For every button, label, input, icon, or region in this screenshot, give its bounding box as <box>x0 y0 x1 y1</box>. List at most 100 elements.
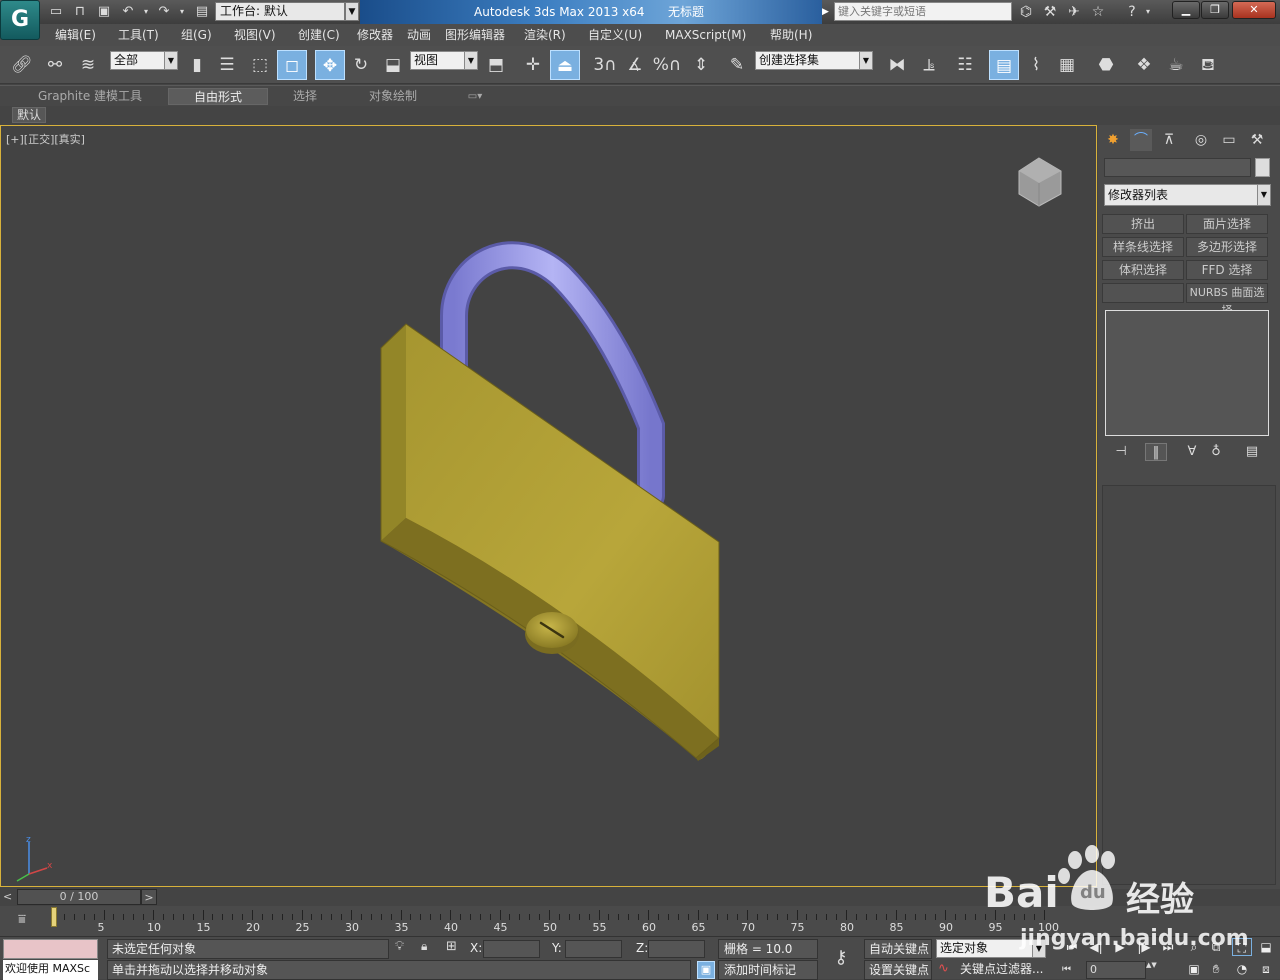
modifier-stack[interactable] <box>1105 310 1269 436</box>
next-key-icon[interactable]: |▶︎ <box>1134 938 1154 956</box>
percent-snap-icon[interactable]: %∩ <box>652 50 682 80</box>
zoom-extents-all-icon[interactable]: ⬓ <box>1256 938 1276 956</box>
select-object-icon[interactable]: ▮ <box>182 50 212 80</box>
key-filters-button[interactable]: 关键点过滤器... <box>958 960 1048 980</box>
prev-frame-arrow-icon[interactable]: < <box>3 890 15 904</box>
utilities-tab-icon[interactable]: ⚒ <box>1246 129 1268 151</box>
ribbon-options-icon[interactable]: ▭▾ <box>460 88 490 105</box>
display-tab-icon[interactable]: ▭ <box>1218 129 1240 151</box>
unlink-icon[interactable]: ⚯ <box>40 50 70 80</box>
tab-graphite-modeling[interactable]: Graphite 建模工具 <box>30 88 150 105</box>
make-unique-icon[interactable]: ∀ <box>1181 443 1203 461</box>
bind-spacewarp-icon[interactable]: ≋ <box>73 50 103 80</box>
undo-icon[interactable]: ↶ <box>119 3 137 20</box>
named-selection-set-dropdown[interactable]: 创建选择集 ▼ <box>755 51 873 70</box>
remove-modifier-icon[interactable]: ♁ <box>1205 443 1227 461</box>
mirror-icon[interactable]: ⧓ <box>882 50 912 80</box>
layer-manager-icon[interactable]: ☷ <box>950 50 980 80</box>
redo-dropdown-icon[interactable]: ▾ <box>177 3 187 20</box>
close-button[interactable]: ✕ <box>1232 1 1276 19</box>
add-time-tag[interactable]: 添加时间标记 <box>718 960 818 980</box>
prev-key-icon[interactable]: ◀︎| <box>1086 938 1106 956</box>
graphite-toggle-icon[interactable]: ▤ <box>989 50 1019 80</box>
menu-maxscript[interactable]: MAXScript(M) <box>665 27 746 43</box>
link-icon[interactable]: 🔗︎ <box>7 50 37 80</box>
render-production-icon[interactable]: ⛾ <box>1193 50 1223 80</box>
object-color-swatch[interactable] <box>1255 158 1270 177</box>
modifier-list-dropdown[interactable]: 修改器列表 ▼ <box>1104 184 1271 206</box>
restore-button[interactable]: ❐ <box>1201 1 1229 19</box>
pivot-center-icon[interactable]: ⬒ <box>481 50 511 80</box>
key-mode-icon[interactable]: ⏮ <box>1062 961 1082 979</box>
auto-key-button[interactable]: 自动关键点 <box>864 939 932 959</box>
search-input[interactable]: 键入关键字或短语 <box>834 2 1012 21</box>
snap-3d-icon[interactable]: 3∩ <box>590 50 620 80</box>
y-coordinate-field[interactable] <box>565 940 622 958</box>
track-bar[interactable]: ⩸ 5 10 15 20 25 30 35 40 45 50 55 60 65 70 75 80 85 90 95 1… <box>0 906 1280 936</box>
maxscript-listener-input[interactable] <box>3 939 98 959</box>
set-key-icon[interactable]: ⚷ <box>826 945 856 971</box>
configure-modifier-sets-icon[interactable]: ▤ <box>1241 443 1263 461</box>
ribbon-default-button[interactable]: 默认 <box>12 107 46 123</box>
rectangular-selection-icon[interactable]: ⬚ <box>245 50 275 80</box>
edit-named-selection-icon[interactable]: ✎ <box>722 50 752 80</box>
ffd-select-button[interactable]: FFD 选择 <box>1186 260 1268 280</box>
binoculars-icon[interactable]: ⌬ <box>1016 3 1036 21</box>
volume-select-button[interactable]: 体积选择 <box>1102 260 1184 280</box>
menu-views[interactable]: 视图(V) <box>234 27 276 43</box>
tab-freeform[interactable]: 自由形式 <box>168 88 268 105</box>
redo-icon[interactable]: ↷ <box>155 3 173 20</box>
subscription-icon[interactable]: ⚒ <box>1040 3 1060 21</box>
angle-snap-icon[interactable]: ∡ <box>620 50 650 80</box>
tab-selection[interactable]: 选择 <box>280 88 330 105</box>
spline-select-button[interactable]: 样条线选择 <box>1102 237 1184 257</box>
set-key-button[interactable]: 设置关键点 <box>864 960 932 980</box>
time-slider[interactable]: 0 / 100 <box>17 889 141 905</box>
spinner-snap-icon[interactable]: ⇕ <box>686 50 716 80</box>
maxscript-welcome[interactable]: 欢迎使用 MAXSc <box>3 960 98 980</box>
curve-editor-icon[interactable]: ⌇ <box>1021 50 1051 80</box>
motion-tab-icon[interactable]: ◎ <box>1190 129 1212 151</box>
workspace-selector[interactable]: 工作台: 默认 <box>215 2 345 21</box>
frame-spinner-icon[interactable]: ▲▼ <box>1146 961 1157 979</box>
z-coordinate-field[interactable] <box>648 940 705 958</box>
open-file-icon[interactable]: ⊓ <box>71 3 89 20</box>
pan-view-icon[interactable]: ✋︎ <box>1206 960 1226 978</box>
modify-tab-icon[interactable]: ⌒ <box>1130 129 1152 151</box>
schematic-view-icon[interactable]: ▦ <box>1052 50 1082 80</box>
menu-group[interactable]: 组(G) <box>181 27 212 43</box>
minimize-button[interactable]: ▁ <box>1172 1 1200 19</box>
zoom-extents-icon[interactable]: ⛶ <box>1232 938 1252 956</box>
material-editor-icon[interactable]: ⬣ <box>1091 50 1121 80</box>
zoom-all-icon[interactable]: ⧉ <box>1206 938 1226 956</box>
lock-keyhole[interactable] <box>525 612 579 654</box>
next-frame-arrow-icon[interactable]: > <box>141 889 157 905</box>
curve-editor-mini-icon[interactable]: ⩸ <box>12 912 32 930</box>
play-icon[interactable]: ▶︎ <box>1110 938 1130 956</box>
save-icon[interactable]: ▣ <box>95 3 113 20</box>
selection-lock-icon[interactable]: 🔒︎ <box>421 939 435 957</box>
rendered-frame-icon[interactable]: ☕︎ <box>1161 50 1191 80</box>
help-dropdown-icon[interactable]: ▾ <box>1143 3 1153 21</box>
field-of-view-icon[interactable]: ▣ <box>1184 960 1204 978</box>
go-to-start-icon[interactable]: ⏮ <box>1062 938 1082 956</box>
orbit-icon[interactable]: ◔ <box>1232 960 1252 978</box>
object-name-field[interactable] <box>1104 158 1251 177</box>
key-selection-dropdown[interactable]: 选定对象 ▼ <box>936 939 1046 958</box>
menu-modifiers[interactable]: 修改器 <box>357 27 393 43</box>
select-and-scale-icon[interactable]: ⬓ <box>378 50 408 80</box>
absolute-mode-icon[interactable]: ⊞ <box>446 939 462 957</box>
chevron-down-icon[interactable]: ▼ <box>345 2 359 21</box>
create-tab-icon[interactable]: ✸ <box>1102 129 1124 151</box>
current-frame-field[interactable]: 0 <box>1086 961 1146 979</box>
viewport-scene[interactable]: z x <box>1 126 1096 886</box>
project-folder-icon[interactable]: ▤ <box>193 3 211 20</box>
hierarchy-tab-icon[interactable]: ⊼ <box>1158 129 1180 151</box>
viewport-orthographic[interactable]: [+][正交][真实] z x <box>0 125 1097 887</box>
menu-tools[interactable]: 工具(T) <box>118 27 159 43</box>
time-tag-icon[interactable]: ▣ <box>697 961 715 979</box>
selection-filter-dropdown[interactable]: 全部 ▼ <box>110 51 178 70</box>
keyboard-shortcut-override-icon[interactable]: ⏏ <box>550 50 580 80</box>
reference-coordinate-dropdown[interactable]: 视图 ▼ <box>410 51 478 70</box>
patch-select-button[interactable]: 面片选择 <box>1186 214 1268 234</box>
